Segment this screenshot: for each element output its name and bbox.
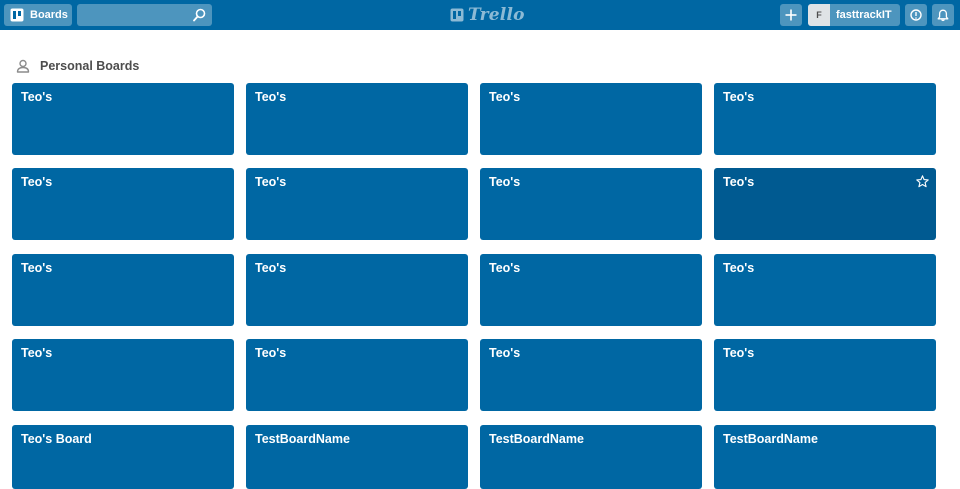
- boards-button-label: Boards: [30, 9, 68, 21]
- board-title: TestBoardName: [723, 432, 818, 446]
- board-tile[interactable]: Teo's: [246, 83, 468, 155]
- add-button[interactable]: [780, 4, 802, 26]
- board-tile-hovered[interactable]: Teo's: [714, 168, 936, 240]
- boards-icon: [10, 8, 24, 22]
- board-title: Teo's: [723, 261, 755, 275]
- board-title: Teo's: [255, 346, 287, 360]
- board-tile[interactable]: Teo's: [246, 339, 468, 411]
- star-icon[interactable]: [916, 175, 929, 188]
- member-name: fasttrackIT: [836, 9, 892, 21]
- board-title: TestBoardName: [489, 432, 584, 446]
- board-title: Teo's: [723, 175, 755, 189]
- board-title: Teo's: [21, 175, 53, 189]
- board-tile[interactable]: Teo's: [480, 168, 702, 240]
- member-menu-button[interactable]: F fasttrackIT: [808, 4, 900, 26]
- board-tile[interactable]: Teo's: [480, 254, 702, 326]
- board-title: Teo's: [489, 90, 521, 104]
- board-tile[interactable]: Teo's: [714, 83, 936, 155]
- board-title: Teo's: [255, 90, 287, 104]
- boards-button[interactable]: Boards: [4, 4, 72, 26]
- board-title: Teo's: [723, 346, 755, 360]
- board-tile[interactable]: Teo's: [12, 168, 234, 240]
- board-tile[interactable]: TestBoardName: [714, 425, 936, 489]
- personal-boards-header: Personal Boards: [16, 57, 139, 75]
- board-tile[interactable]: Teo's: [12, 83, 234, 155]
- plus-icon: [785, 9, 797, 21]
- board-title: Teo's: [255, 175, 287, 189]
- board-title: Teo's: [489, 261, 521, 275]
- board-title: Teo's Board: [21, 432, 92, 446]
- board-title: Teo's: [255, 261, 287, 275]
- board-title: Teo's: [489, 346, 521, 360]
- board-title: Teo's: [21, 346, 53, 360]
- trello-logo-text: Trello: [468, 5, 525, 25]
- board-tile[interactable]: Teo's: [246, 168, 468, 240]
- info-button[interactable]: [905, 4, 927, 26]
- person-icon: [16, 59, 30, 73]
- board-title: Teo's: [489, 175, 521, 189]
- board-tile[interactable]: Teo's: [480, 339, 702, 411]
- board-title: Teo's: [723, 90, 755, 104]
- board-title: Teo's: [21, 90, 53, 104]
- top-header: Boards Trello F fasttrackIT: [0, 0, 960, 30]
- board-tile[interactable]: Teo's: [12, 339, 234, 411]
- board-tile[interactable]: Teo's: [12, 254, 234, 326]
- board-tile[interactable]: TestBoardName: [480, 425, 702, 489]
- info-icon: [910, 9, 922, 21]
- board-tile[interactable]: Teo's: [246, 254, 468, 326]
- notifications-button[interactable]: [932, 4, 954, 26]
- board-title: TestBoardName: [255, 432, 350, 446]
- search-icon[interactable]: [193, 8, 206, 22]
- bell-icon: [937, 9, 949, 21]
- section-title: Personal Boards: [40, 59, 140, 73]
- board-tile[interactable]: Teo's: [714, 254, 936, 326]
- trello-logo-icon: [450, 8, 464, 22]
- board-tile[interactable]: Teo's: [714, 339, 936, 411]
- search-input[interactable]: [77, 4, 212, 26]
- avatar: F: [808, 4, 830, 26]
- trello-logo[interactable]: Trello: [450, 5, 525, 25]
- board-tile[interactable]: TestBoardName: [246, 425, 468, 489]
- board-title: Teo's: [21, 261, 53, 275]
- board-tile[interactable]: Teo's: [480, 83, 702, 155]
- search-box[interactable]: [77, 4, 212, 26]
- board-tile[interactable]: Teo's Board: [12, 425, 234, 489]
